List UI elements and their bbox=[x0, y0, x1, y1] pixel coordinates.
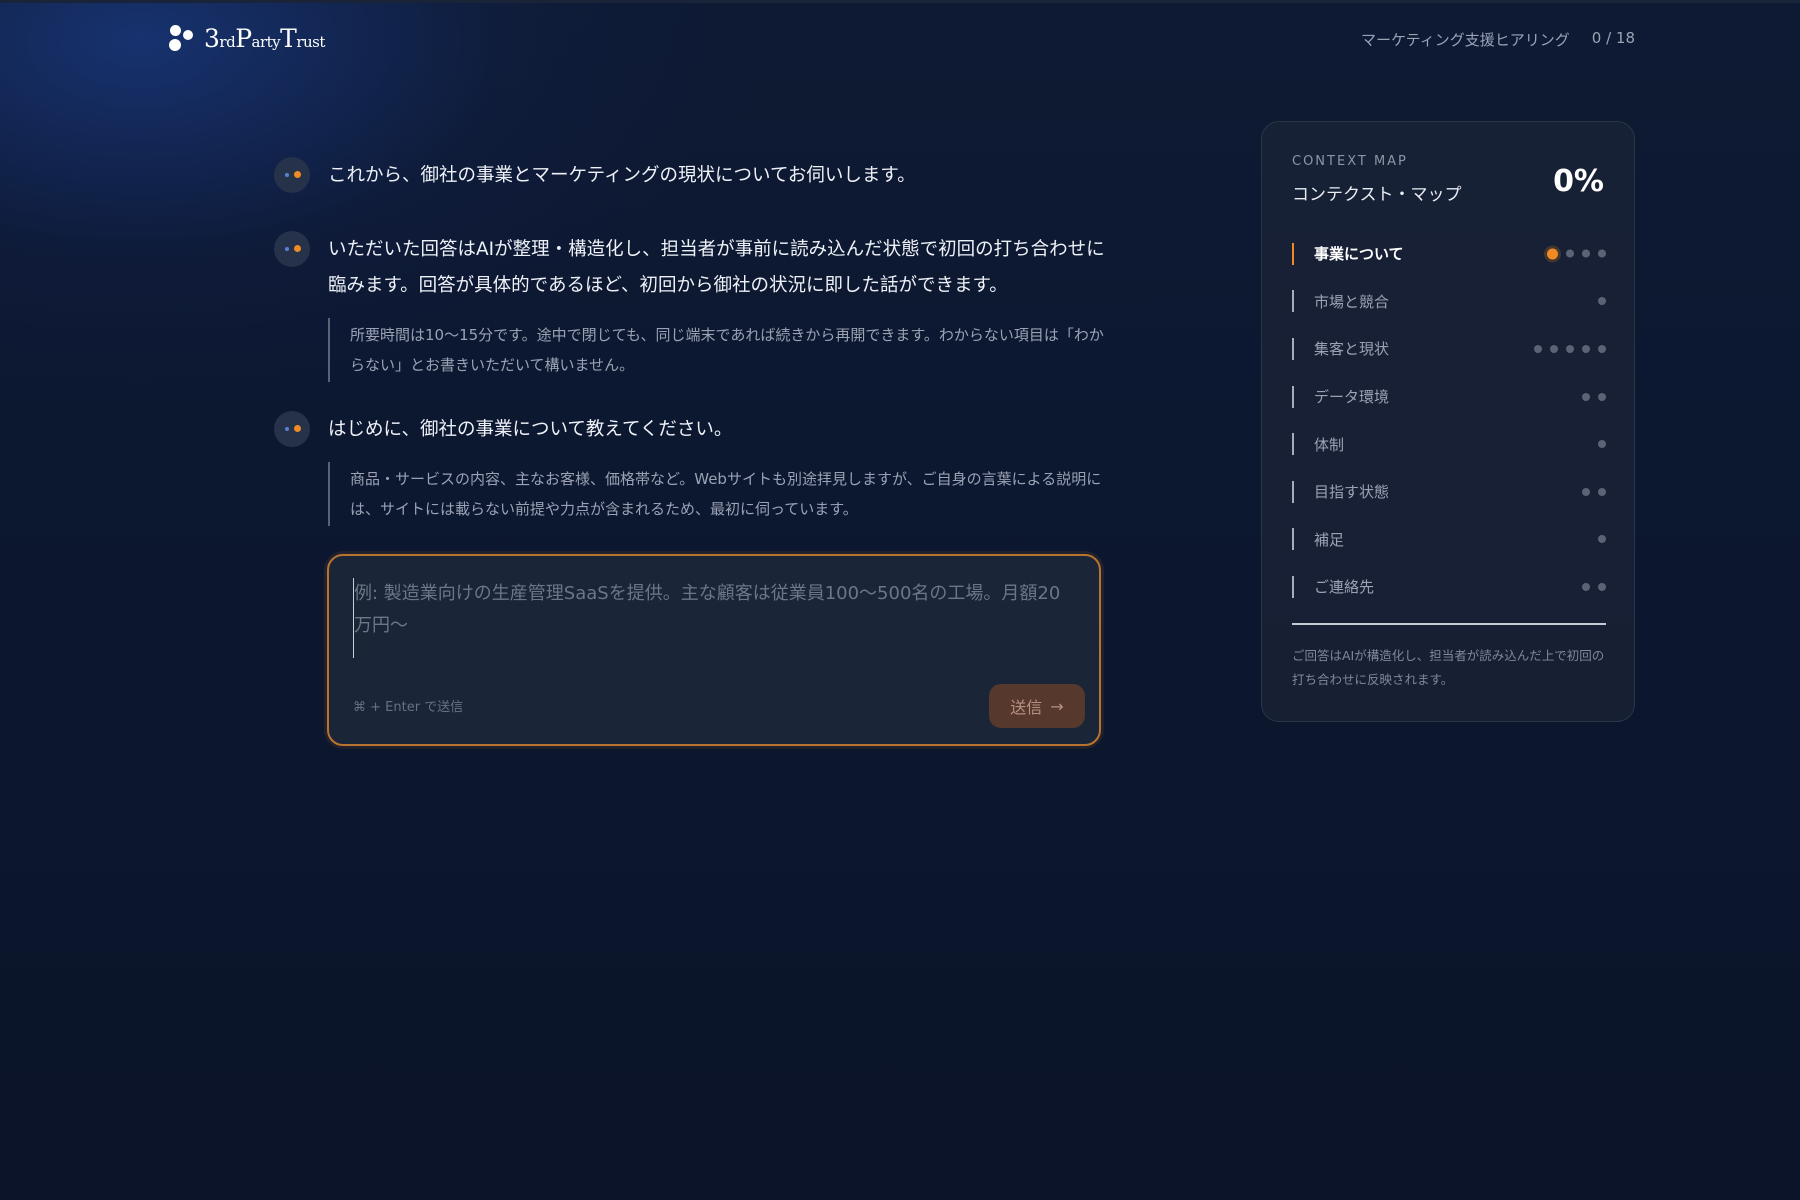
section-indicator-bar bbox=[1292, 385, 1294, 408]
answer-composer: ⌘ + Enter で送信 送信 → bbox=[327, 554, 1101, 746]
progress-dot bbox=[1582, 249, 1590, 258]
section-item[interactable]: 集客と現状 bbox=[1292, 325, 1606, 373]
section-label: 補足 bbox=[1314, 530, 1345, 549]
completion-percent: 0% bbox=[1553, 164, 1604, 199]
header-status: マーケティング支援ヒアリング 0 / 18 bbox=[1361, 29, 1635, 50]
send-button[interactable]: 送信 → bbox=[989, 684, 1085, 728]
answer-input[interactable] bbox=[353, 578, 1073, 658]
panel-divider bbox=[1292, 623, 1606, 625]
assistant-message: これから、御社の事業とマーケティングの現状についてお伺いします。 bbox=[274, 157, 1114, 194]
question-text: はじめに、御社の事業について教えてください。 bbox=[328, 419, 733, 440]
section-item[interactable]: 補足 bbox=[1292, 516, 1606, 564]
progress-dot bbox=[1598, 535, 1606, 544]
section-indicator-bar bbox=[1292, 242, 1294, 265]
assistant-message: いただいた回答はAIが整理・構造化し、担当者が事前に読み込んだ状態で初回の打ち合… bbox=[274, 231, 1114, 382]
context-map-panel: CONTEXT MAP コンテクスト・マップ 0% 事業について 市場と競合集客と… bbox=[1261, 121, 1635, 722]
section-label: データ環境 bbox=[1314, 388, 1390, 407]
section-progress-dots bbox=[1598, 535, 1606, 544]
logo-dots-icon bbox=[168, 22, 198, 54]
progress-dot bbox=[1547, 248, 1558, 260]
section-item[interactable]: 目指す状態 bbox=[1292, 468, 1606, 516]
message-text: これから、御社の事業とマーケティングの現状についてお伺いします。 bbox=[328, 165, 916, 186]
section-label: 体制 bbox=[1314, 435, 1345, 454]
section-item[interactable]: ご連絡先 bbox=[1292, 563, 1606, 611]
send-label: 送信 bbox=[1010, 698, 1043, 717]
top-border bbox=[0, 0, 1800, 3]
section-label: ご連絡先 bbox=[1314, 578, 1375, 597]
progress-dot bbox=[1598, 487, 1606, 496]
progress-dot bbox=[1582, 487, 1590, 496]
section-indicator-bar bbox=[1292, 575, 1294, 598]
section-label: 事業について bbox=[1314, 245, 1404, 264]
section-label: 目指す状態 bbox=[1314, 483, 1390, 502]
arrow-right-icon: → bbox=[1050, 696, 1064, 716]
section-label: 市場と競合 bbox=[1314, 292, 1390, 311]
section-item[interactable]: データ環境 bbox=[1292, 373, 1606, 421]
logo-wordmark: 3rdPartyTrust bbox=[204, 23, 325, 53]
section-item[interactable]: 体制 bbox=[1292, 420, 1606, 468]
section-indicator-bar bbox=[1292, 480, 1294, 503]
question-progress: 0 / 18 bbox=[1591, 29, 1635, 47]
progress-dot bbox=[1598, 249, 1606, 258]
section-item[interactable]: 事業について bbox=[1292, 230, 1606, 278]
section-progress-dots bbox=[1534, 344, 1606, 353]
assistant-avatar-icon bbox=[274, 411, 310, 447]
section-progress-dots bbox=[1582, 487, 1606, 496]
message-text: いただいた回答はAIが整理・構造化し、担当者が事前に読み込んだ状態で初回の打ち合… bbox=[328, 239, 1105, 296]
panel-eyebrow: CONTEXT MAP bbox=[1292, 154, 1408, 169]
progress-dot bbox=[1582, 582, 1590, 591]
assistant-message: はじめに、御社の事業について教えてください。 商品・サービスの内容、主なお客様、… bbox=[274, 411, 1114, 526]
shortcut-hint: ⌘ + Enter で送信 bbox=[353, 700, 464, 715]
progress-dot bbox=[1566, 249, 1574, 258]
progress-dot bbox=[1598, 344, 1606, 353]
panel-title: コンテクスト・マップ bbox=[1292, 185, 1462, 205]
assistant-avatar-icon bbox=[274, 231, 310, 267]
section-progress-dots bbox=[1547, 248, 1606, 260]
section-indicator-bar bbox=[1292, 337, 1294, 360]
panel-footnote: ご回答はAIが構造化し、担当者が読み込んだ上で初回の打ち合わせに反映されます。 bbox=[1292, 648, 1605, 687]
chat-thread: これから、御社の事業とマーケティングの現状についてお伺いします。 いただいた回答… bbox=[274, 157, 1114, 526]
progress-dot bbox=[1582, 392, 1590, 401]
progress-dot bbox=[1534, 344, 1542, 353]
message-note: 所要時間は10〜15分です。途中で閉じても、同じ端末であれば続きから再開できます… bbox=[328, 318, 1114, 382]
progress-dot bbox=[1598, 392, 1606, 401]
section-progress-dots bbox=[1582, 392, 1606, 401]
logo[interactable]: 3rdPartyTrust bbox=[168, 22, 325, 54]
progress-dot bbox=[1598, 582, 1606, 591]
progress-dot bbox=[1550, 344, 1558, 353]
section-indicator-bar bbox=[1292, 528, 1294, 551]
survey-title: マーケティング支援ヒアリング bbox=[1360, 31, 1570, 49]
progress-dot bbox=[1598, 297, 1606, 306]
section-item[interactable]: 市場と競合 bbox=[1292, 278, 1606, 326]
section-progress-dots bbox=[1598, 297, 1606, 306]
progress-dot bbox=[1566, 344, 1574, 353]
section-list: 事業について 市場と競合集客と現状データ環境体制目指す状態補足ご連絡先 bbox=[1292, 230, 1606, 611]
question-note: 商品・サービスの内容、主なお客様、価格帯など。Webサイトも別途拝見しますが、ご… bbox=[328, 462, 1114, 526]
section-progress-dots bbox=[1582, 582, 1606, 591]
section-indicator-bar bbox=[1292, 290, 1294, 313]
assistant-avatar-icon bbox=[274, 157, 310, 193]
section-label: 集客と現状 bbox=[1314, 340, 1390, 359]
progress-dot bbox=[1598, 440, 1606, 449]
progress-dot bbox=[1582, 344, 1590, 353]
section-progress-dots bbox=[1598, 440, 1606, 449]
section-indicator-bar bbox=[1292, 433, 1294, 456]
